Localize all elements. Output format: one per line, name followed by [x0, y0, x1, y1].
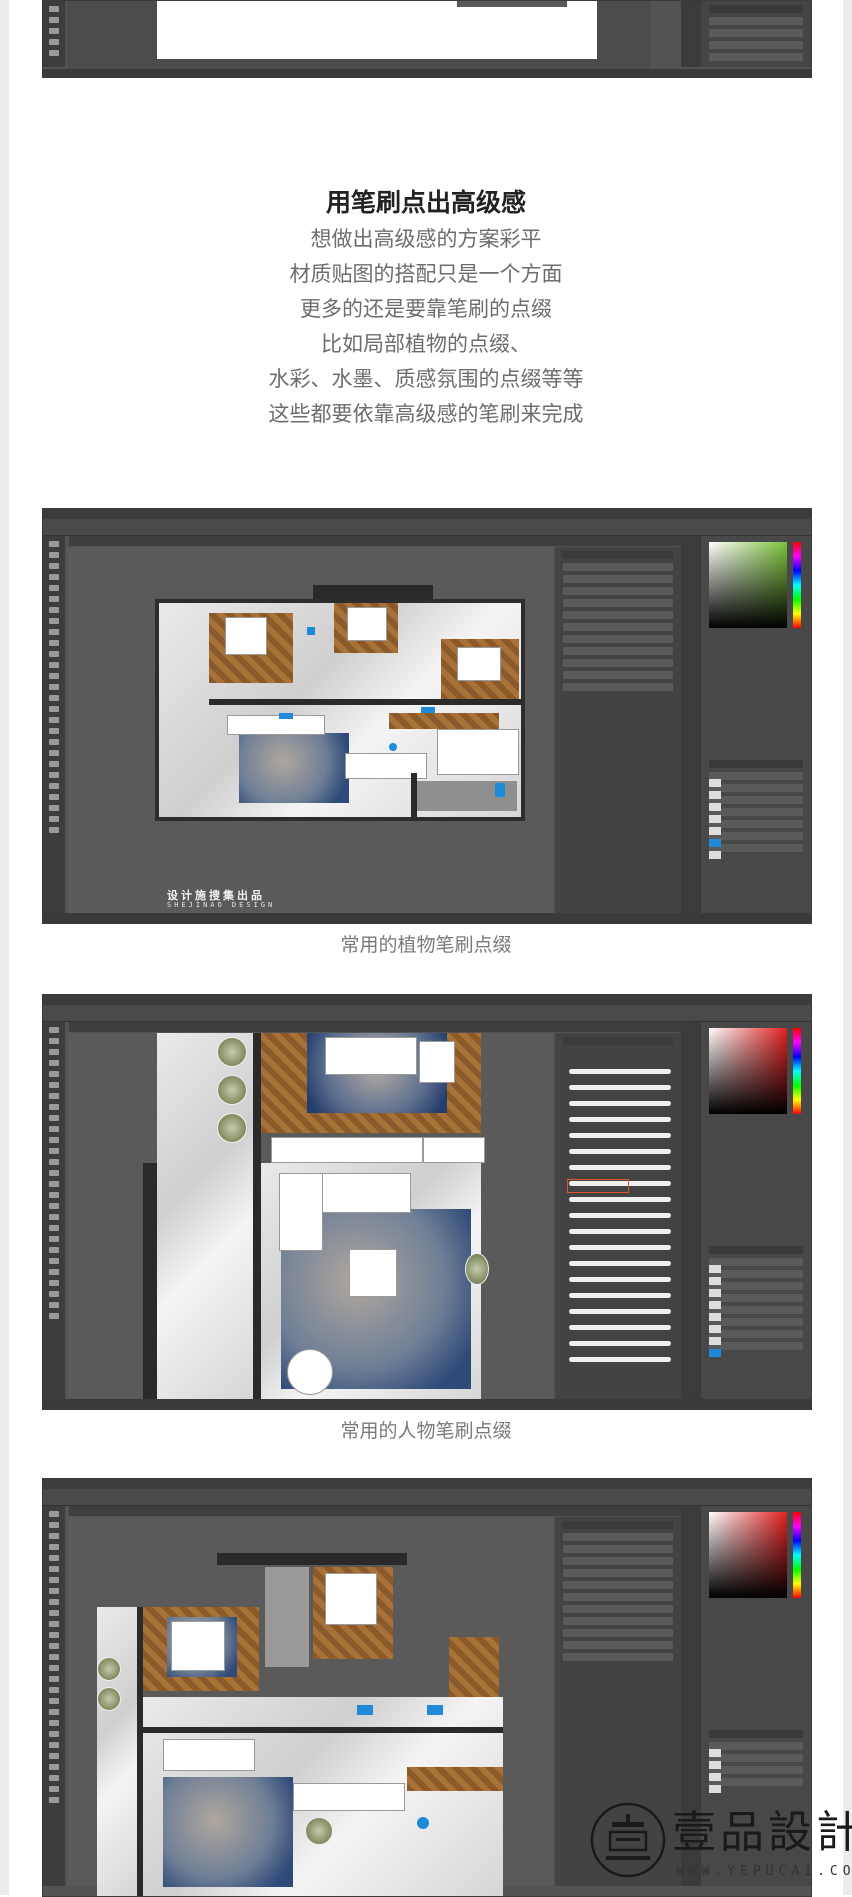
- logo-wordmark: 壹品設計: [672, 1807, 852, 1858]
- tools-panel[interactable]: [43, 1, 65, 67]
- status-bar: [43, 913, 811, 923]
- canvas-area[interactable]: [67, 1, 651, 69]
- logo-seal-icon: [590, 1802, 666, 1878]
- canvas-area[interactable]: 设计施搜集出品 SHEJINAO DESIGN: [67, 547, 553, 913]
- paragraph-line: 这些都要依靠高级感的笔刷来完成: [268, 402, 584, 426]
- caption-people-brush: 常用的人物笔刷点缀: [340, 1420, 512, 1442]
- plant-brush-screenshot: 设计施搜集出品 SHEJINAO DESIGN: [42, 508, 812, 924]
- paragraph-line: 水彩、水墨、质感氛围的点缀等等: [268, 367, 584, 391]
- document-tab[interactable]: [69, 1022, 681, 1032]
- brush-presets-panel[interactable]: [555, 547, 681, 913]
- paragraph-line: 更多的还是要靠笔刷的点缀: [300, 297, 552, 321]
- menu-bar[interactable]: [43, 995, 811, 1005]
- paragraph-line: 比如局部植物的点缀、: [321, 332, 531, 356]
- brand-logo: 壹品設計 WWW.YEPUCAI.COM: [588, 1792, 852, 1895]
- hue-slider[interactable]: [793, 542, 801, 628]
- menu-bar[interactable]: [43, 509, 811, 519]
- tools-panel[interactable]: [43, 536, 65, 913]
- color-picker[interactable]: [709, 1512, 787, 1598]
- paragraph-line: 材质贴图的搭配只是一个方面: [289, 262, 563, 286]
- layers-panel[interactable]: [701, 1, 811, 67]
- plan-sublabel: SHEJINAO DESIGN: [167, 901, 276, 909]
- caption-plant-brush: 常用的植物笔刷点缀: [340, 934, 512, 956]
- color-picker[interactable]: [709, 1028, 787, 1114]
- status-bar: [43, 69, 811, 77]
- document-tab[interactable]: [69, 536, 681, 546]
- canvas-area[interactable]: [67, 1033, 553, 1401]
- selected-brush[interactable]: [567, 1179, 629, 1193]
- section-paragraph: 想做出高级感的方案彩平 材质贴图的搭配只是一个方面 更多的还是要靠笔刷的点缀 比…: [0, 222, 852, 432]
- panel-icon-column[interactable]: [681, 536, 701, 913]
- panel-icon-column[interactable]: [681, 1, 701, 67]
- tools-panel[interactable]: [43, 1022, 65, 1399]
- paragraph-line: 想做出高级感的方案彩平: [310, 227, 542, 251]
- logo-url: WWW.YEPUCAI.COM: [676, 1864, 852, 1879]
- section-title: 用笔刷点出高级感: [325, 188, 526, 217]
- hue-slider[interactable]: [793, 1512, 801, 1598]
- brush-presets-panel[interactable]: [555, 1033, 681, 1399]
- color-and-layers-panel[interactable]: [701, 1022, 811, 1399]
- options-bar[interactable]: [43, 1005, 811, 1022]
- color-and-layers-panel[interactable]: [701, 536, 811, 913]
- hue-slider[interactable]: [793, 1028, 801, 1114]
- options-bar[interactable]: [43, 519, 811, 536]
- people-brush-screenshot: [42, 994, 812, 1410]
- menu-bar[interactable]: [43, 1479, 811, 1489]
- canvas-area[interactable]: [67, 1517, 553, 1896]
- document-page: [157, 1, 597, 59]
- floor-plan: [155, 599, 525, 821]
- tools-panel[interactable]: [43, 1506, 65, 1886]
- document-tab[interactable]: [69, 1506, 681, 1516]
- status-bar: [43, 1399, 811, 1409]
- options-bar[interactable]: [43, 1489, 811, 1506]
- top-cropped-screenshot: [42, 0, 812, 78]
- color-picker[interactable]: [709, 542, 787, 628]
- panel-icon-column[interactable]: [681, 1022, 701, 1399]
